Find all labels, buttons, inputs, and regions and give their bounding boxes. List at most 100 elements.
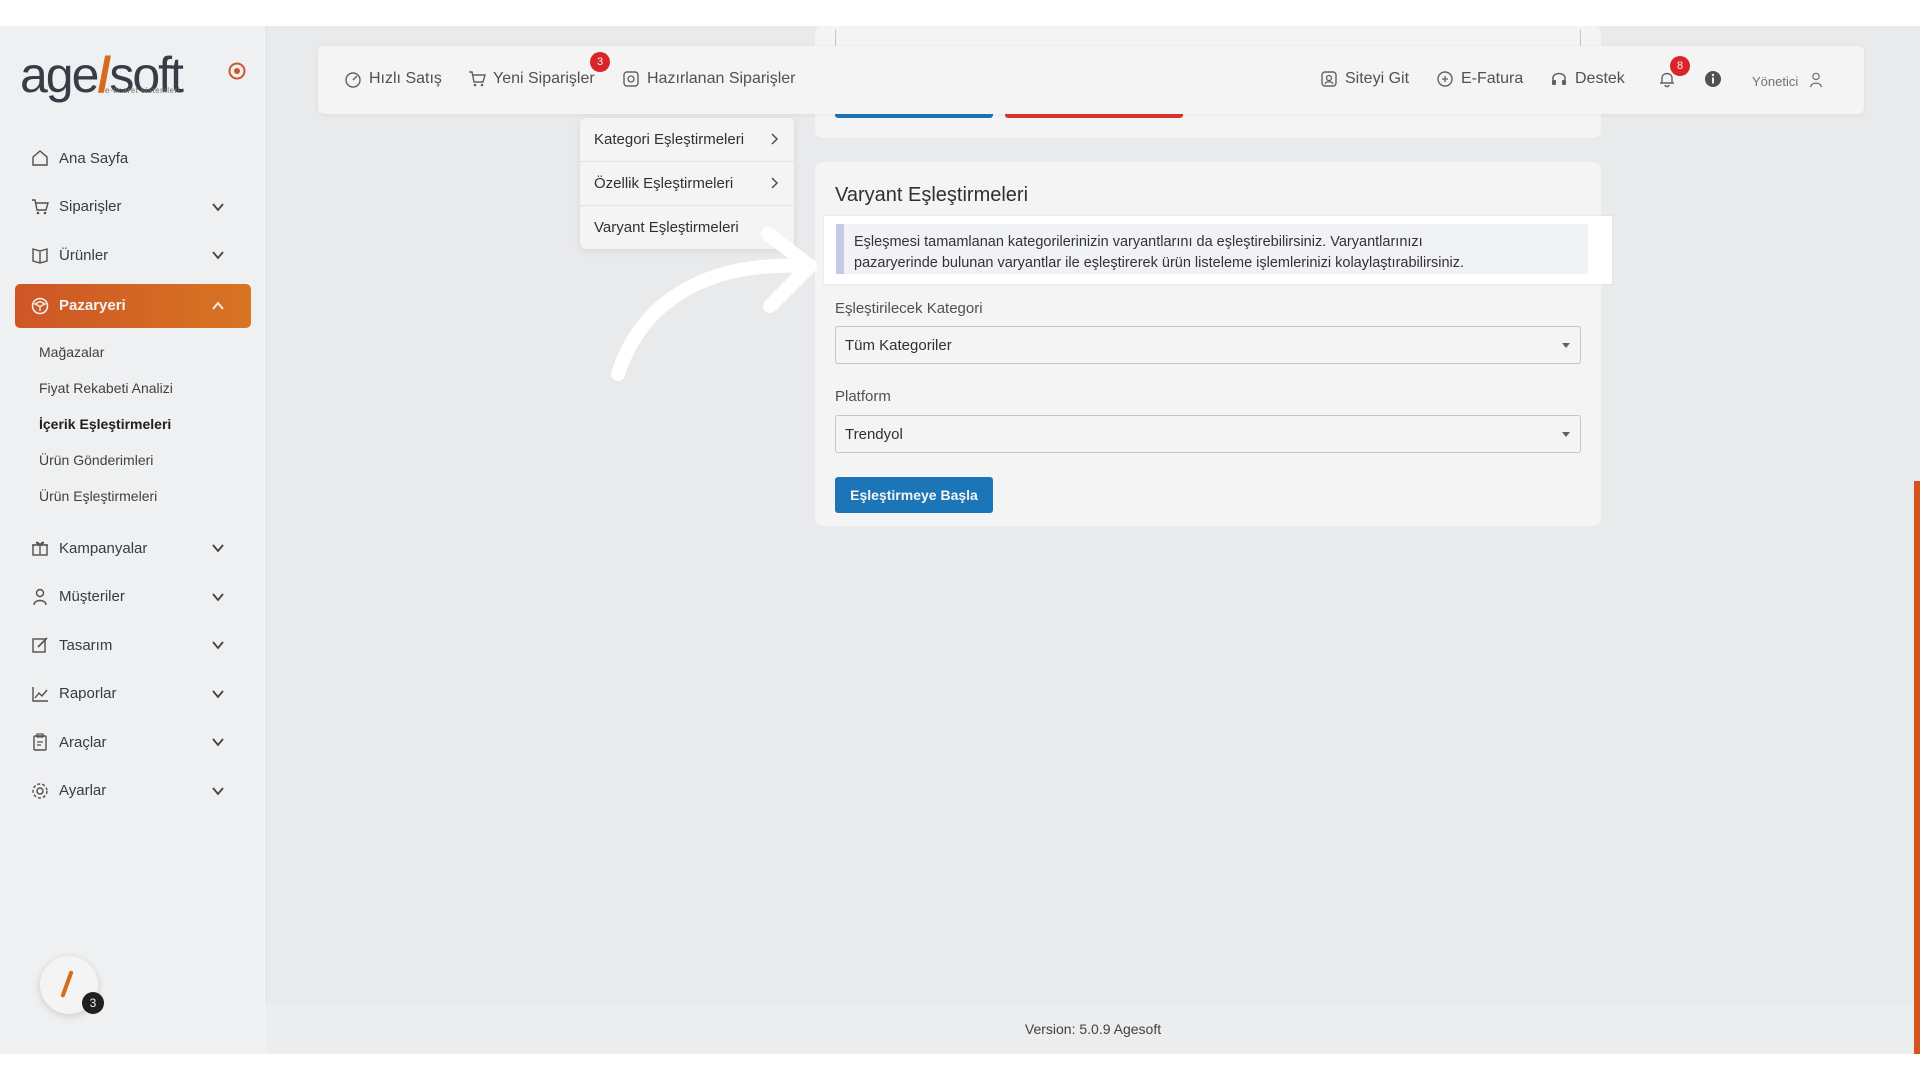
chevron-down-icon[interactable] [211,687,225,701]
alert-text-line-1: Eşleşmesi tamamlanan kategorilerinizin v… [854,234,1423,250]
caret-down-icon [1562,343,1570,348]
sidebar-item-musteriler[interactable]: Müşteriler [15,577,251,617]
submenu-item-urun-eslestirmeleri[interactable]: Ürün Eşleştirmeleri [39,478,251,514]
edit-icon [31,636,49,654]
user-icon [31,588,49,606]
go-site-link[interactable]: Siteyi Git [1320,70,1409,88]
sidebar-item-tasarim[interactable]: Tasarım [15,625,251,665]
chevron-down-icon[interactable] [211,541,225,555]
cube-icon [31,297,49,315]
sidebar-item-label: Ürünler [59,246,109,264]
new-orders-link[interactable]: Yeni Siparişler [468,70,595,88]
support-link[interactable]: Destek [1550,70,1625,88]
app: age/soft e-ticaret sistemleri Ana Sayfa … [0,26,1920,1054]
sidebar-item-label: Pazaryeri [59,297,126,314]
sidebar-nav: Ana Sayfa Siparişler Ürünler Pazaryeri M… [15,138,251,819]
chevron-down-icon[interactable] [211,735,225,749]
sidebar-item-label: Müşteriler [59,588,125,605]
sidebar-item-label: Tasarım [59,636,113,654]
user-name-label: Yönetici [1752,73,1799,89]
gift-icon [31,539,49,557]
new-orders-label: Yeni Siparişler [493,70,595,87]
submenu-ozellik-eslestirmeleri[interactable]: Özellik Eşleştirmeleri [580,162,794,206]
chevron-down-icon[interactable] [211,590,225,604]
cart-icon [468,70,486,88]
sidebar-item-pazaryeri[interactable]: Pazaryeri [15,283,251,328]
sidebar-item-label: Kampanyalar [59,539,148,557]
category-select[interactable]: Tüm Kategoriler [835,326,1581,364]
platform-select[interactable]: Trendyol [835,415,1581,453]
info-button[interactable] [1704,70,1729,88]
sidebar-item-label: Araçlar [59,733,107,751]
go-site-label: Siteyi Git [1345,70,1410,87]
brand-slash-icon [60,970,74,998]
book-icon [31,246,49,264]
chevron-down-icon[interactable] [211,200,225,214]
help-widget-badge: 3 [82,992,104,1014]
chevron-right-icon [771,177,779,189]
logo-text-left: age [20,47,99,103]
chevron-down-icon[interactable] [211,638,225,652]
submenu-item-icerik-eslestirmeleri[interactable]: İçerik Eşleştirmeleri [39,406,251,442]
highlight-box: Eşleşmesi tamamlanan kategorilerinizin v… [824,216,1612,284]
sidebar-item-ana-sayfa[interactable]: Ana Sayfa [15,138,251,178]
support-label: Destek [1575,70,1625,87]
sidebar-item-kampanyalar[interactable]: Kampanyalar [15,528,251,568]
package-icon [622,70,640,88]
submenu-kategori-eslestirmeleri[interactable]: Kategori Eşleştirmeleri [580,118,794,162]
caret-down-icon [1562,432,1570,437]
sidebar-item-siparisler[interactable]: Siparişler [15,187,251,227]
pazaryeri-submenu: Mağazalar Fiyat Rekabeti Analizi İçerik … [15,334,251,514]
sidebar-item-araclar[interactable]: Araçlar [15,722,251,762]
user-menu[interactable]: Yönetici [1752,72,1833,90]
info-alert: Eşleşmesi tamamlanan kategorilerinizin v… [836,224,1588,274]
sidebar-item-raporlar[interactable]: Raporlar [15,674,251,714]
e-invoice-label: E-Fatura [1461,70,1524,87]
chevron-right-icon [771,133,779,145]
submenu-item-magazalar[interactable]: Mağazalar [39,334,251,370]
target-icon[interactable] [228,62,246,80]
new-orders-badge: 3 [590,52,610,72]
sidebar: age/soft e-ticaret sistemleri Ana Sayfa … [0,26,267,1054]
submenu-item-fiyat-rekabeti[interactable]: Fiyat Rekabeti Analizi [39,370,251,406]
submenu-item-urun-gonderimleri[interactable]: Ürün Gönderimleri [39,442,251,478]
footer: Version: 5.0.9 Agesoft [266,1004,1920,1054]
chevron-up-icon[interactable] [211,299,225,313]
sidebar-item-ayarlar[interactable]: Ayarlar [15,771,251,811]
user-icon [1808,72,1826,90]
cart-icon [31,198,49,216]
notifications-badge: 8 [1670,56,1690,76]
gauge-icon [344,70,362,88]
sidebar-item-label: Ana Sayfa [59,149,129,167]
home-icon [31,149,49,167]
platform-label: Platform [835,388,891,405]
scrollbar-thumb[interactable] [1914,481,1920,1054]
chart-icon [31,685,49,703]
tutorial-arrow-icon [611,227,817,381]
page-title: Varyant Eşleştirmeleri [835,184,1029,206]
start-matching-button[interactable]: Eşleştirmeye Başla [835,477,993,513]
sidebar-item-urunler[interactable]: Ürünler [15,235,251,275]
logo[interactable]: age/soft [20,46,184,104]
e-invoice-link[interactable]: E-Fatura [1436,70,1523,88]
submenu-item-label: Kategori Eşleştirmeleri [594,131,745,148]
version-text: Version: 5.0.9 Agesoft [1024,1021,1162,1037]
headset-icon [1550,70,1568,88]
category-label: Eşleştirilecek Kategori [835,300,983,317]
chevron-down-icon[interactable] [211,248,225,262]
external-site-icon [1320,70,1338,88]
sidebar-item-label: Siparişler [59,198,122,215]
gear-icon [31,782,49,800]
alert-text-line-2: pazaryerinde bulunan varyantlar ile eşle… [854,255,1465,271]
preparing-orders-link[interactable]: Hazırlanan Siparişler [622,70,796,88]
invoice-icon [1436,70,1454,88]
chevron-down-icon[interactable] [211,784,225,798]
sidebar-item-label: Raporlar [59,685,117,702]
quick-sale-label: Hızlı Satış [369,70,442,87]
clipboard-icon [31,733,49,751]
preparing-orders-label: Hazırlanan Siparişler [647,70,796,87]
quick-sale-link[interactable]: Hızlı Satış [344,70,442,88]
info-icon [1704,70,1722,88]
sidebar-item-label: Ayarlar [59,782,107,799]
topbar: Hızlı Satış Yeni Siparişler 3 Hazırlanan… [318,46,1864,114]
